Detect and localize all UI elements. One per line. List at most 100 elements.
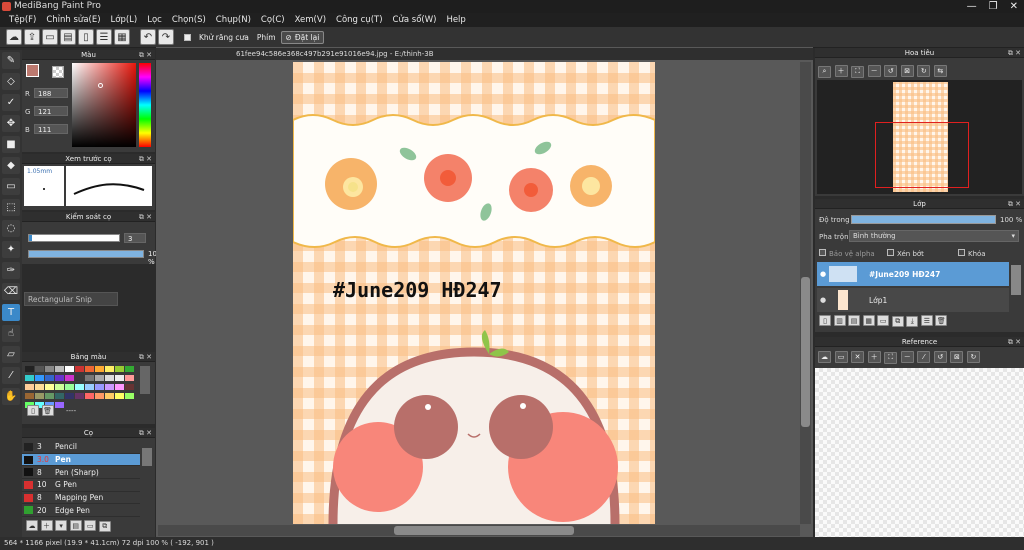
- artwork-canvas[interactable]: #June209 HĐ247: [293, 62, 655, 524]
- reference-rotate-right-icon[interactable]: ↻: [966, 351, 980, 363]
- layer-opacity-slider[interactable]: [851, 215, 996, 224]
- palette-swatch-grid[interactable]: [25, 365, 137, 410]
- move-tool-icon[interactable]: ✥: [2, 115, 20, 132]
- layer-row-text[interactable]: ● #June209 HĐ247: [817, 262, 1009, 286]
- blend-mode-select[interactable]: Bình thường ▾: [849, 230, 1019, 242]
- panel-controls-icon[interactable]: ⧉ ✕: [139, 352, 152, 362]
- palette-swatch[interactable]: [55, 375, 64, 381]
- artwork-title-text[interactable]: #June209 HĐ247: [333, 278, 502, 302]
- palette-swatch[interactable]: [25, 393, 34, 399]
- palette-swatch[interactable]: [95, 375, 104, 381]
- comment-icon[interactable]: ▭: [42, 29, 58, 45]
- delete-palette-icon[interactable]: 🗑: [41, 405, 54, 416]
- palette-swatch[interactable]: [65, 393, 74, 399]
- menu-window[interactable]: Cửa sổ(W): [388, 13, 442, 27]
- layer-settings-icon[interactable]: ☰: [920, 315, 933, 326]
- reset-button[interactable]: ⊘ Đặt lại: [280, 30, 325, 44]
- new-8bit-layer-icon[interactable]: ▦: [862, 315, 875, 326]
- layer-folder-icon[interactable]: ▭: [877, 315, 890, 326]
- reference-reset-icon[interactable]: ⊠: [950, 351, 964, 363]
- reference-open-icon[interactable]: ▭: [834, 351, 848, 363]
- palette-swatch[interactable]: [25, 384, 34, 390]
- fill-tool-icon[interactable]: ◆: [2, 157, 20, 174]
- menu-snap[interactable]: Chụp(N): [211, 13, 256, 27]
- palette-swatch[interactable]: [55, 393, 64, 399]
- palette-swatch[interactable]: [45, 366, 54, 372]
- blue-value-field[interactable]: 111: [34, 124, 68, 134]
- eyedropper-tool-icon[interactable]: ⁄: [2, 367, 20, 384]
- magic-wand-tool-icon[interactable]: ✦: [2, 241, 20, 258]
- new-halftone-layer-icon[interactable]: ▥: [833, 315, 846, 326]
- menu-select[interactable]: Chọn(S): [167, 13, 211, 27]
- lock-checkbox[interactable]: [958, 249, 965, 256]
- palette-swatch[interactable]: [45, 393, 54, 399]
- color-picker-cursor[interactable]: [98, 83, 103, 88]
- palette-swatch[interactable]: [125, 384, 134, 390]
- reference-cloud-icon[interactable]: ☁: [818, 351, 831, 363]
- delete-layer-icon[interactable]: 🗑: [935, 315, 948, 326]
- list-icon[interactable]: ☰: [96, 29, 112, 45]
- canvas-hscroll-thumb[interactable]: [394, 526, 574, 535]
- dot-tool-icon[interactable]: ✓: [2, 94, 20, 111]
- reference-rotate-left-icon[interactable]: ↺: [933, 351, 947, 363]
- palette-swatch[interactable]: [115, 384, 124, 390]
- palette-swatch[interactable]: [65, 366, 74, 372]
- palette-swatch[interactable]: [105, 393, 114, 399]
- reference-zoom-in-icon[interactable]: ＋: [867, 351, 881, 363]
- brush-item-edge-pen[interactable]: 20 Edge Pen: [22, 504, 140, 518]
- panel-controls-icon[interactable]: ⧉ ✕: [1008, 199, 1021, 209]
- brush-item-mapping-pen[interactable]: 8 Mapping Pen: [22, 492, 140, 505]
- export-icon[interactable]: ⇪: [24, 29, 40, 45]
- rotate-right-icon[interactable]: ↻: [917, 65, 931, 77]
- brush-size-field[interactable]: 3: [124, 233, 146, 243]
- panel-controls-icon[interactable]: ⧉ ✕: [139, 154, 152, 164]
- palette-swatch[interactable]: [105, 366, 114, 372]
- brush-item-pencil[interactable]: 3 Pencil: [22, 441, 140, 454]
- palette-swatch[interactable]: [105, 384, 114, 390]
- eraser-tool-icon[interactable]: ◇: [2, 73, 20, 90]
- palette-swatch[interactable]: [25, 366, 34, 372]
- operation-tool-icon[interactable]: ☝: [2, 325, 20, 342]
- palette-swatch[interactable]: [45, 375, 54, 381]
- eye-icon[interactable]: ●: [817, 296, 829, 304]
- duplicate-layer-icon[interactable]: ⧉: [891, 315, 904, 327]
- zoom-icon[interactable]: ⌕: [818, 65, 831, 78]
- menu-help[interactable]: Help: [441, 13, 470, 27]
- flip-icon[interactable]: ⇆: [933, 65, 947, 77]
- palette-swatch[interactable]: [75, 384, 84, 390]
- divide-tool-icon[interactable]: ▱: [2, 346, 20, 363]
- document-tab[interactable]: 61fee94c586e368c497b291e91016e94.jpg - E…: [156, 48, 813, 60]
- canvas-horizontal-scrollbar[interactable]: [158, 525, 800, 536]
- palette-swatch[interactable]: [115, 375, 124, 381]
- cloud-icon[interactable]: ☁: [6, 29, 22, 45]
- palette-swatch[interactable]: [105, 375, 114, 381]
- palette-swatch[interactable]: [95, 393, 104, 399]
- brush-item-pen[interactable]: 3.0 Pen: [22, 453, 140, 467]
- zoom-out-icon[interactable]: －: [867, 65, 881, 77]
- rotate-left-icon[interactable]: ↺: [884, 65, 898, 77]
- navigator-preview[interactable]: [817, 80, 1022, 194]
- palette-swatch[interactable]: [85, 384, 94, 390]
- select-tool-icon[interactable]: ⬚: [2, 199, 20, 216]
- reset-view-icon[interactable]: ⊠: [900, 65, 914, 77]
- lock-option[interactable]: Khóa: [958, 249, 986, 258]
- brush-settings-icon[interactable]: ▤: [69, 520, 82, 531]
- palette-swatch[interactable]: [115, 393, 124, 399]
- palette-scrollbar[interactable]: [140, 366, 150, 394]
- brush-list-scrollbar[interactable]: [142, 448, 152, 466]
- add-brush-icon[interactable]: ＋: [40, 520, 53, 531]
- hand-tool-icon[interactable]: ✋: [2, 388, 20, 405]
- reference-eyedropper-icon[interactable]: ⁄: [917, 351, 931, 363]
- palette-swatch[interactable]: [85, 393, 94, 399]
- palette-swatch[interactable]: [45, 384, 54, 390]
- palette-swatch[interactable]: [75, 393, 84, 399]
- menu-filter[interactable]: Lọc: [142, 13, 167, 27]
- reference-fit-icon[interactable]: ⛶: [884, 351, 898, 364]
- hue-slider[interactable]: [139, 63, 151, 147]
- zoom-in-icon[interactable]: ＋: [834, 65, 848, 77]
- clipping-checkbox[interactable]: [887, 249, 894, 256]
- chat-icon[interactable]: ▤: [60, 29, 76, 45]
- palette-swatch[interactable]: [35, 366, 44, 372]
- palette-swatch[interactable]: [125, 375, 134, 381]
- duplicate-brush-icon[interactable]: ⧉: [98, 520, 111, 532]
